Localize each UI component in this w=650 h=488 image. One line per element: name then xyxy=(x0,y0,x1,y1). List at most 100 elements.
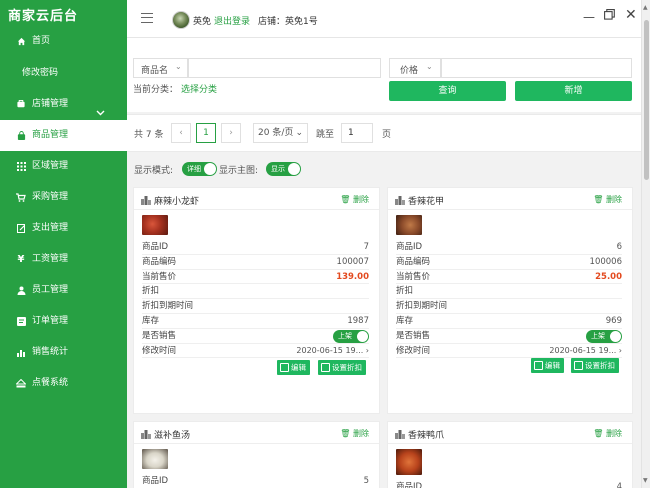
sidebar-item-staff[interactable]: 员工管理 xyxy=(0,275,127,306)
minimize-icon[interactable]: — xyxy=(583,10,595,24)
edit-button[interactable]: 编辑 xyxy=(277,360,310,375)
on-sale-toggle[interactable]: 上架 xyxy=(586,329,622,343)
add-button[interactable]: 新增 xyxy=(515,81,632,101)
search-input[interactable] xyxy=(188,58,381,78)
delete-button[interactable]: 🗑 删除 xyxy=(340,428,369,439)
current-category-label: 当前分类： xyxy=(133,85,179,95)
edit-button[interactable]: 编辑 xyxy=(531,358,564,373)
product-stock: 969 xyxy=(605,315,622,326)
edit-icon xyxy=(16,224,26,234)
store-icon xyxy=(16,100,26,110)
query-button[interactable]: 查询 xyxy=(389,81,506,101)
logout-link[interactable]: 退出登录 xyxy=(214,14,250,27)
detail-row: 折扣 xyxy=(142,284,369,300)
product-icon xyxy=(395,430,405,439)
detail-row: 商品编码 100007 xyxy=(142,255,369,270)
sidebar-item-products[interactable]: 商品管理 xyxy=(0,120,127,151)
price-input[interactable] xyxy=(441,58,632,78)
on-sale-toggle[interactable]: 上架 xyxy=(333,329,369,343)
product-name: 麻辣小龙虾 xyxy=(154,197,200,207)
trash-icon: 🗑 xyxy=(340,195,351,204)
product-price: 25.00 xyxy=(595,271,622,282)
product-icon xyxy=(141,430,151,439)
set-discount-button[interactable]: 设置折扣 xyxy=(318,360,366,375)
detail-row: 折扣 xyxy=(396,284,622,300)
username: 英免 xyxy=(193,17,212,27)
restore-icon[interactable] xyxy=(604,9,615,23)
detail-row: 商品ID 7 xyxy=(142,240,369,255)
sidebar-item-orders[interactable]: 订单管理 xyxy=(0,306,127,337)
sidebar-item-label: 点餐系统 xyxy=(32,378,69,388)
delete-button[interactable]: 🗑 删除 xyxy=(340,194,369,205)
product-image[interactable] xyxy=(142,449,168,469)
sidebar-item-purchase[interactable]: 采购管理 xyxy=(0,182,127,213)
sidebar-item-salary[interactable]: ¥ 工资管理 xyxy=(0,244,127,275)
product-name: 香辣花甲 xyxy=(408,197,445,207)
menu-toggle-icon[interactable] xyxy=(141,13,153,23)
scrollbar[interactable]: ▲ ▼ xyxy=(641,0,650,488)
product-image[interactable] xyxy=(396,215,422,235)
sidebar-item-label: 工资管理 xyxy=(32,254,69,264)
yen-icon: ¥ xyxy=(17,254,25,265)
price-select[interactable]: 价格 ⌄ xyxy=(389,58,441,78)
sidebar-item-label: 员工管理 xyxy=(32,285,69,295)
scroll-thumb[interactable] xyxy=(644,20,649,180)
home-icon xyxy=(16,37,26,47)
sidebar-item-expense[interactable]: 支出管理 xyxy=(0,213,127,244)
sidebar-item-area[interactable]: 区域管理 xyxy=(0,151,127,182)
product-image[interactable] xyxy=(396,449,422,475)
sidebar-item-stats[interactable]: 销售统计 xyxy=(0,337,127,368)
sidebar-item-label: 店铺管理 xyxy=(32,99,69,109)
page-number[interactable]: 1 xyxy=(196,123,216,143)
scroll-down-icon[interactable]: ▼ xyxy=(643,477,648,484)
product-code: 100007 xyxy=(336,256,369,267)
eject-icon xyxy=(16,379,26,389)
sidebar-item-home[interactable]: 首页 xyxy=(0,35,127,48)
choose-category-link[interactable]: 选择分类 xyxy=(181,82,217,95)
sidebar-item-label: 区域管理 xyxy=(32,161,69,171)
detail-row: 商品ID 6 xyxy=(396,240,622,255)
detail-row: 是否销售 上架 xyxy=(142,329,369,344)
edit-icon xyxy=(280,363,289,372)
display-mode-toggle[interactable]: 详细 xyxy=(182,162,217,176)
display-options: 显示模式: 详细 显示主图: 显示 xyxy=(127,153,641,187)
sidebar-item-ordering[interactable]: 点餐系统 xyxy=(0,368,127,399)
page-size-select[interactable]: 20 条/页 ⌄ xyxy=(253,123,308,143)
scroll-up-icon[interactable]: ▲ xyxy=(643,4,648,11)
product-name: 香辣鸭爪 xyxy=(408,431,445,441)
close-icon[interactable]: ✕ xyxy=(625,7,637,23)
chevron-down-icon: ⌄ xyxy=(426,62,433,71)
product-card: 麻辣小龙虾 🗑 删除 商品ID 7 商品编码 100007 当前售价 139.00 折… xyxy=(133,187,380,414)
next-page-button[interactable]: › xyxy=(221,123,241,143)
product-image[interactable] xyxy=(142,215,168,235)
detail-row: 当前售价 25.00 xyxy=(396,270,622,285)
show-image-toggle[interactable]: 显示 xyxy=(266,162,301,176)
sidebar-item-store[interactable]: 店铺管理 xyxy=(0,89,127,120)
delete-button[interactable]: 🗑 删除 xyxy=(593,428,622,439)
bag-icon xyxy=(16,130,26,141)
product-id: 5 xyxy=(363,476,369,486)
product-id: 6 xyxy=(616,242,622,252)
app-title: 商家云后台 xyxy=(8,9,79,24)
goto-page-input[interactable]: 1 xyxy=(341,123,373,143)
total-count: 共 7 条 xyxy=(134,130,164,140)
sidebar-item-label: 商品管理 xyxy=(32,130,69,140)
pagination: 共 7 条 ‹ 1 › 20 条/页 ⌄ 跳至 1 页 xyxy=(127,114,641,152)
chevron-right-icon: › xyxy=(365,345,369,355)
product-id: 7 xyxy=(363,242,369,252)
detail-row: 当前售价 139.00 xyxy=(142,270,369,285)
user-icon xyxy=(16,286,26,296)
field-select[interactable]: 商品名 ⌄ xyxy=(133,58,188,78)
product-icon xyxy=(395,196,405,205)
prev-page-button[interactable]: ‹ xyxy=(171,123,191,143)
sidebar-item-label: 首页 xyxy=(32,36,51,46)
edit-icon xyxy=(534,361,543,370)
sidebar-item-change-password[interactable]: 修改密码 xyxy=(0,57,127,89)
product-card: 香辣鸭爪 🗑 删除 商品ID 4 xyxy=(387,421,633,488)
delete-button[interactable]: 🗑 删除 xyxy=(593,194,622,205)
trash-icon: 🗑 xyxy=(340,429,351,438)
avatar[interactable] xyxy=(172,11,190,29)
form-icon xyxy=(16,317,26,327)
detail-row: 库存 969 xyxy=(396,314,622,329)
set-discount-button[interactable]: 设置折扣 xyxy=(571,358,619,373)
